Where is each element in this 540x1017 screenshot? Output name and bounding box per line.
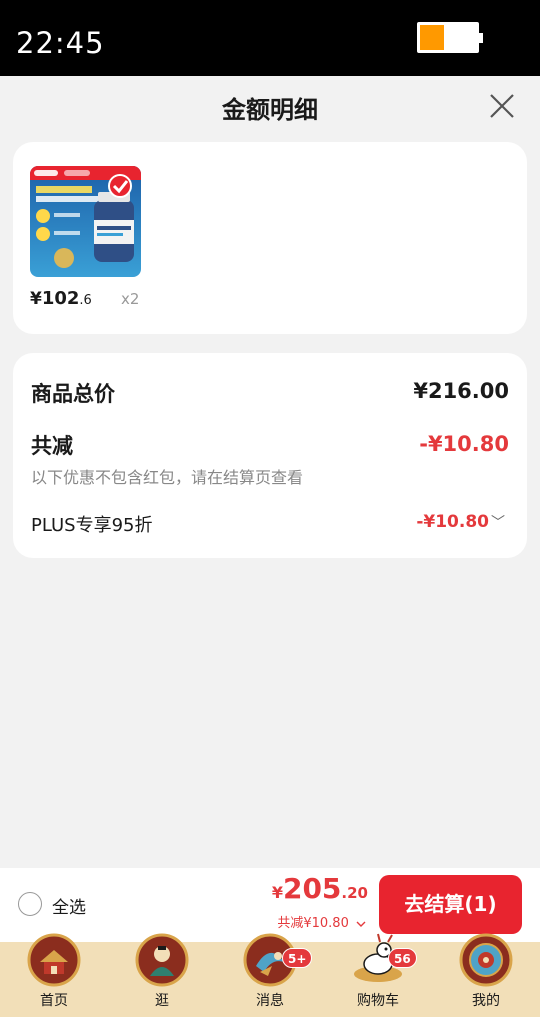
discount-note: 以下优惠不包含红包，请在结算页查看: [31, 468, 304, 487]
tab-home[interactable]: 首页: [10, 933, 98, 1017]
close-icon[interactable]: [486, 90, 518, 122]
product-image[interactable]: [30, 166, 141, 277]
sheet-title: 金额明细: [222, 96, 318, 124]
chevron-down-icon: [356, 921, 366, 927]
select-all-checkbox[interactable]: [18, 892, 42, 916]
select-all-label[interactable]: 全选: [52, 893, 86, 918]
profile-icon: [459, 933, 513, 987]
status-time: 22:45: [16, 26, 105, 60]
product-card: ¥102.6 x2: [13, 142, 527, 334]
tab-label: 我的: [472, 993, 500, 1009]
messages-badge: 5+: [282, 948, 313, 968]
checkout-button[interactable]: 去结算(1): [379, 875, 522, 934]
checkout-discount-toggle[interactable]: 共减¥10.80: [277, 912, 366, 931]
checkout-discount: 共减¥10.80: [277, 916, 349, 931]
battery-icon: [417, 22, 483, 53]
cart-badge: 56: [388, 948, 417, 968]
checkout-bar: 全选 ¥205.20 共减¥10.80 去结算(1): [0, 868, 540, 942]
total-price-value: ¥216.00: [413, 379, 509, 403]
total-discount-value: -¥10.80: [419, 432, 509, 456]
product-price: ¥102.6: [30, 288, 92, 309]
product-quantity: x2: [121, 290, 140, 308]
total-price-label: 商品总价: [31, 382, 115, 406]
plus-discount-toggle[interactable]: -¥10.80 ﹀: [416, 512, 505, 532]
price-summary-card: 商品总价 ¥216.00 共减 -¥10.80 以下优惠不包含红包，请在结算页查…: [13, 353, 527, 558]
browse-icon: [135, 933, 189, 987]
tab-profile[interactable]: 我的: [442, 933, 530, 1017]
tab-label: 消息: [256, 993, 284, 1009]
tab-label: 逛: [155, 993, 169, 1009]
bottom-tab-bar: 首页 逛 5+ 消息 56 购物车 我的: [0, 933, 540, 1017]
plus-discount-label: PLUS专享95折: [31, 515, 153, 536]
tab-messages[interactable]: 5+ 消息: [226, 933, 314, 1017]
total-discount-label: 共减: [31, 434, 73, 458]
checkout-total: ¥205.20: [271, 872, 368, 905]
tab-browse[interactable]: 逛: [118, 933, 206, 1017]
tab-label: 首页: [40, 993, 68, 1009]
home-icon: [27, 933, 81, 987]
tab-cart[interactable]: 56 购物车: [334, 933, 422, 1017]
tab-label: 购物车: [357, 993, 399, 1009]
plus-discount-value: -¥10.80: [416, 512, 489, 532]
chevron-down-icon: ﹀: [491, 515, 505, 531]
status-bar: 22:45: [0, 0, 540, 76]
